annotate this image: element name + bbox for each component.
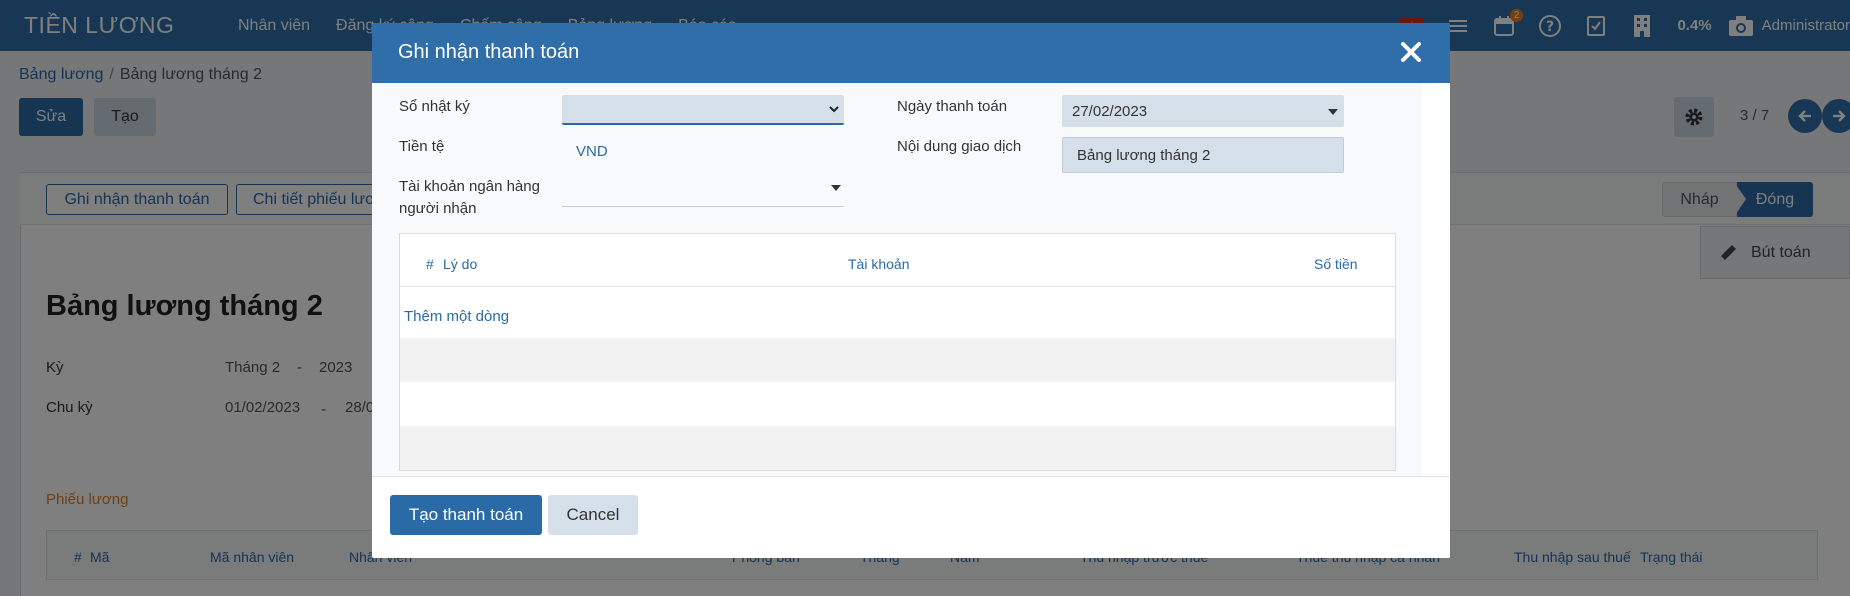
- lines-column-amount[interactable]: Số tiền: [1314, 256, 1358, 272]
- lines-table-header: # Lý do Tài khoản Số tiền: [400, 234, 1395, 287]
- cancel-button[interactable]: Cancel: [548, 495, 638, 535]
- payment-date-label: Ngày thanh toán: [897, 98, 1008, 115]
- payment-date-input[interactable]: 27/02/2023: [1062, 95, 1344, 127]
- chevron-down-icon: [829, 106, 839, 113]
- payment-lines-table: # Lý do Tài khoản Số tiền Thêm một dòng: [399, 233, 1396, 471]
- dialog-footer: Tạo thanh toán Cancel: [372, 476, 1450, 558]
- journal-label: Sổ nhật ký: [399, 98, 470, 115]
- currency-label: Tiền tệ: [399, 138, 445, 155]
- lines-column-index: #: [426, 256, 434, 272]
- journal-select[interactable]: [562, 95, 844, 125]
- bank-account-label-line2: người nhận: [399, 200, 477, 217]
- add-line-link[interactable]: Thêm một dòng: [404, 308, 509, 325]
- memo-input[interactable]: Bảng lương tháng 2: [1062, 137, 1344, 173]
- bank-account-field[interactable]: [562, 206, 844, 207]
- memo-label: Nội dung giao dịch: [897, 138, 1022, 155]
- lines-column-account[interactable]: Tài khoản: [848, 256, 909, 272]
- lines-column-reason[interactable]: Lý do: [443, 256, 477, 272]
- bank-account-dropdown-icon[interactable]: [831, 185, 841, 191]
- create-payment-button[interactable]: Tạo thanh toán: [390, 495, 542, 535]
- close-icon[interactable]: [1398, 39, 1424, 65]
- table-row: [400, 426, 1395, 470]
- table-row: [400, 338, 1395, 382]
- currency-value[interactable]: VND: [576, 143, 608, 160]
- register-payment-dialog: Ghi nhận thanh toán Sổ nhật ký Tiền tệ V…: [372, 23, 1450, 558]
- dialog-header: Ghi nhận thanh toán: [372, 23, 1450, 83]
- table-row: [400, 382, 1395, 426]
- dialog-scrollbar[interactable]: [1422, 83, 1450, 476]
- dialog-title: Ghi nhận thanh toán: [398, 41, 580, 63]
- bank-account-label-line1: Tài khoản ngân hàng: [399, 178, 540, 195]
- date-dropdown-icon[interactable]: [1328, 109, 1338, 115]
